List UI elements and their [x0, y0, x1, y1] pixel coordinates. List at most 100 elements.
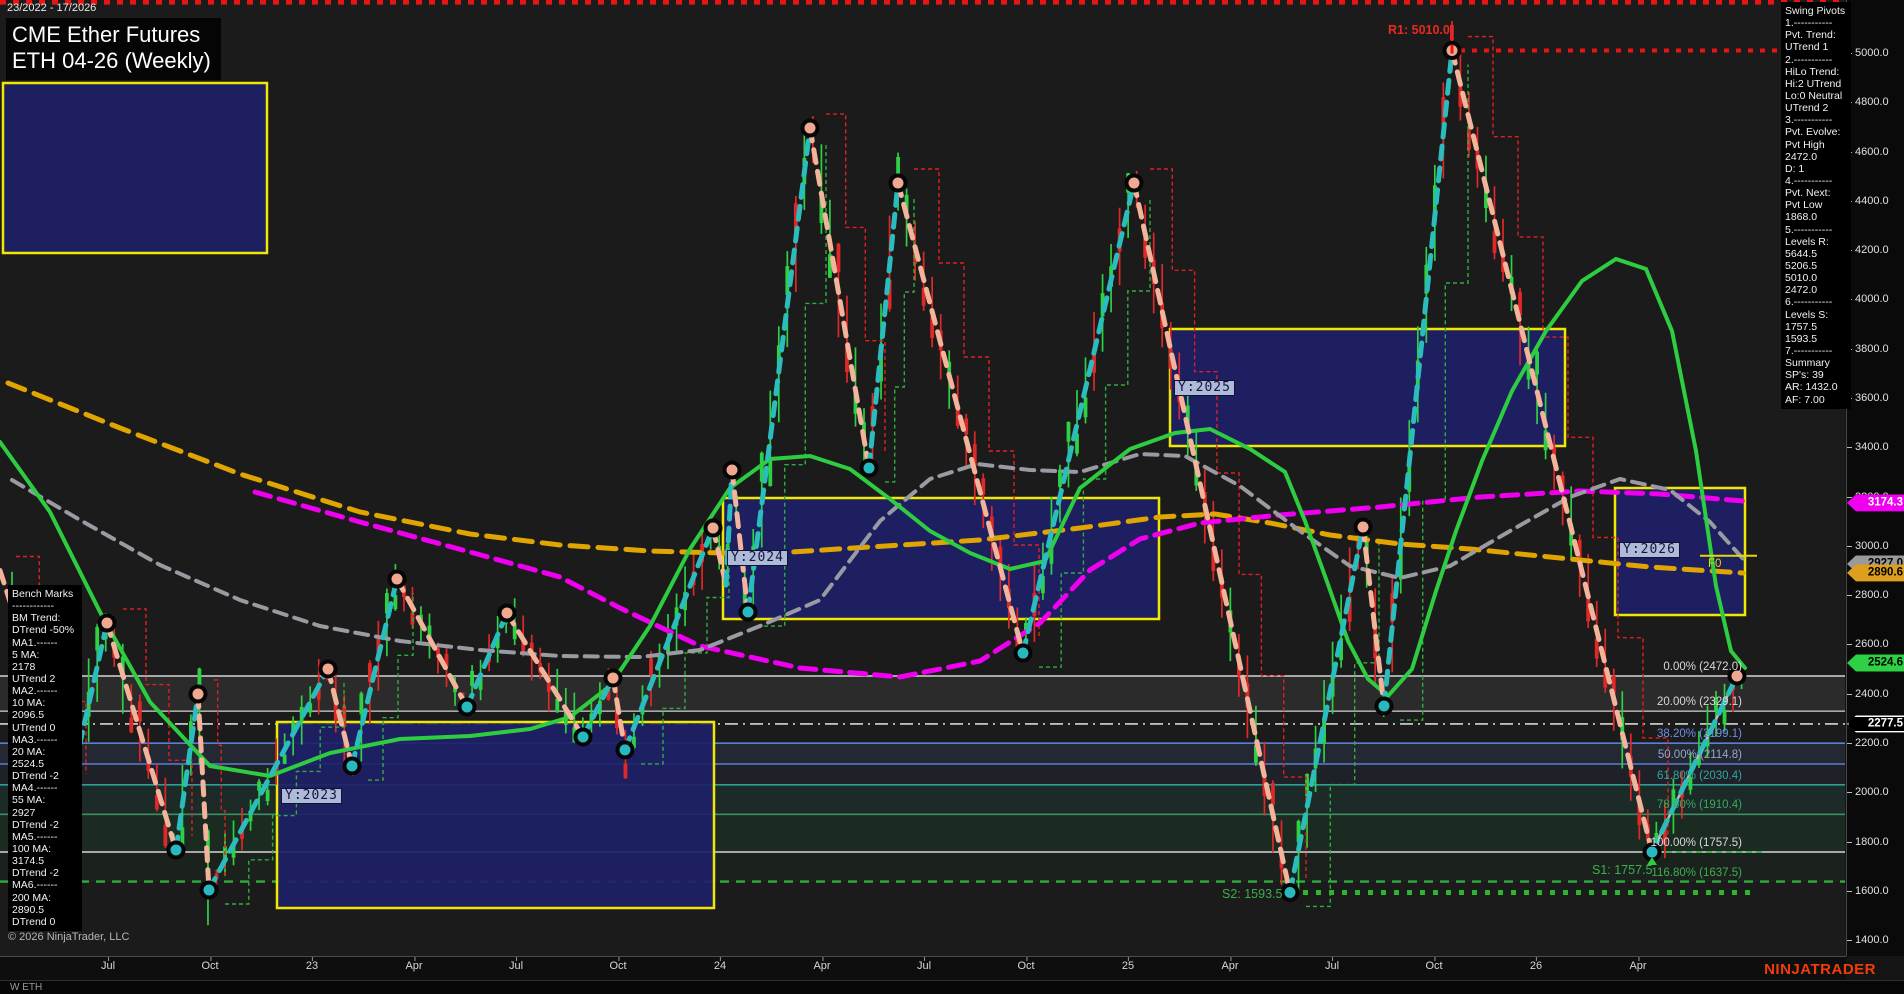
price-axis-tick: 2600.0 [1855, 638, 1889, 650]
time-axis-label: 26 [1530, 960, 1542, 972]
panel-line: 2524.5 [12, 758, 78, 770]
swing-high-dot [725, 462, 740, 477]
swing-high-dot [390, 571, 405, 586]
year-box-label-2025[interactable]: Y:2025 [1174, 380, 1235, 396]
swing-low-dot [576, 729, 591, 744]
time-axis[interactable]: JulOct23AprJulOct24AprJulOct25AprJulOct2… [0, 956, 1846, 981]
price-axis-tick: 1800.0 [1855, 836, 1889, 848]
panel-line: 200 MA: [12, 892, 78, 904]
panel-line: Pvt. Trend: [1785, 29, 1847, 41]
price-axis-tick: 3600.0 [1855, 392, 1889, 404]
panel-line: UTrend 2 [1785, 102, 1847, 114]
swing-low-dot [345, 759, 360, 774]
last-price-marker: 2277.5 [1847, 715, 1904, 732]
panel-line: 6.----------- [1785, 296, 1847, 308]
candle-body [513, 625, 517, 639]
price-axis-tick: 3800.0 [1855, 343, 1889, 355]
price-axis-tick: 3400.0 [1855, 441, 1889, 453]
fib-level-label: 0.00% (2472.0) [1663, 661, 1742, 673]
panel-line: Pvt. Next: [1785, 187, 1847, 199]
price-axis-tick: 2200.0 [1855, 737, 1889, 749]
swing-high-dot [100, 615, 115, 630]
panel-line: Levels R: [1785, 236, 1847, 248]
panel-line: Pvt Low [1785, 199, 1847, 211]
fib-level-label: 20.00% (2329.1) [1657, 696, 1742, 708]
candle-body [624, 763, 628, 778]
swing-pivots-panel-title: Swing Pivots [1785, 5, 1847, 17]
year-box-label-2024[interactable]: Y:2024 [727, 550, 788, 566]
instrument-tab-bar: W ETH [0, 980, 1904, 994]
price-axis-tick: 3000.0 [1855, 540, 1889, 552]
panel-line: AR: 1432.0 [1785, 381, 1847, 393]
panel-line: Levels S: [1785, 309, 1847, 321]
time-axis-label: Oct [1017, 960, 1034, 972]
panel-line: AF: 7.00 [1785, 394, 1847, 406]
price-axis-tick: 2000.0 [1855, 786, 1889, 798]
panel-line: 3.----------- [1785, 114, 1847, 126]
panel-line: D: 1 [1785, 163, 1847, 175]
panel-line: HiLo Trend: [1785, 66, 1847, 78]
panel-line: DTrend -2 [12, 770, 78, 782]
swing-pivots-panel: Swing Pivots 1.-----------Pvt. Trend:UTr… [1781, 2, 1851, 409]
panel-line: UTrend 1 [1785, 41, 1847, 53]
chart-title-line2: ETH 04-26 (Weekly) [12, 48, 211, 74]
time-axis-label: 25 [1122, 960, 1134, 972]
s1-level-label: S1: 1757.5 [1592, 863, 1652, 877]
panel-line: DTrend -50% [12, 624, 78, 636]
candle-body [163, 825, 167, 846]
panel-line: 1593.5 [1785, 333, 1847, 345]
copyright-text: © 2026 NinjaTrader, LLC [8, 931, 129, 943]
price-axis-tick: 5000.0 [1855, 47, 1889, 59]
bench-marks-panel: Bench Marks ------------BM Trend:DTrend … [8, 585, 82, 931]
swing-high-dot [500, 606, 515, 621]
fib-level-label: 100.00% (1757.5) [1651, 837, 1742, 849]
price-chart-canvas[interactable] [0, 0, 1904, 994]
swing-high-dot [606, 670, 621, 685]
time-axis-label: Jul [101, 960, 115, 972]
fib-band [0, 676, 1845, 711]
candle-body [1084, 397, 1088, 417]
year-box-label-2026[interactable]: Y:2026 [1619, 542, 1680, 558]
price-axis-tick: 4400.0 [1855, 195, 1889, 207]
panel-line: 100 MA: [12, 843, 78, 855]
candle-body [470, 671, 474, 686]
ninjatrader-chart-window: 23/2022 - 17/2026 CME Ether Futures ETH … [0, 0, 1904, 994]
price-axis[interactable]: 5000.04800.04600.04400.04200.04000.03800… [1846, 0, 1904, 956]
candle-body [1450, 25, 1454, 40]
chart-title: CME Ether Futures ETH 04-26 (Weekly) [6, 18, 221, 80]
panel-line: 1757.5 [1785, 321, 1847, 333]
panel-line: 1868.0 [1785, 211, 1847, 223]
s2-level-label: S2: 1593.5 [1222, 887, 1282, 901]
time-axis-label: 23 [306, 960, 318, 972]
panel-line: 5644.5 [1785, 248, 1847, 260]
panel-line: 2472.0 [1785, 284, 1847, 296]
panel-line: UTrend 2 [12, 673, 78, 685]
panel-line: 5 MA: [12, 649, 78, 661]
time-axis-label: Oct [201, 960, 218, 972]
year-range-box [3, 83, 267, 253]
panel-line: 2890.5 [12, 904, 78, 916]
panel-line: 5010.0 [1785, 272, 1847, 284]
candle-body [1271, 783, 1275, 805]
swing-high-dot [891, 175, 906, 190]
panel-line: 10 MA: [12, 697, 78, 709]
panel-line: MA4.------ [12, 782, 78, 794]
panel-line: 2472.0 [1785, 151, 1847, 163]
candle-body [837, 244, 841, 272]
time-axis-label: Apr [813, 960, 830, 972]
fib-level-label: 78.60% (1910.4) [1657, 799, 1742, 811]
panel-line: UTrend 0 [12, 722, 78, 734]
instrument-tab[interactable]: W ETH [10, 982, 42, 993]
price-axis-tick: 2400.0 [1855, 688, 1889, 700]
panel-line: MA2.------ [12, 685, 78, 697]
f0-label: F0 [1708, 558, 1721, 570]
panel-line: 20 MA: [12, 746, 78, 758]
swing-low-dot [618, 742, 633, 757]
candle-body [1723, 710, 1727, 724]
panel-line: Pvt. Evolve: [1785, 126, 1847, 138]
candle-body [896, 157, 900, 174]
year-box-label-2023[interactable]: Y:2023 [281, 788, 342, 804]
time-axis-label: Apr [405, 960, 422, 972]
ma100-marker: 3174.3 [1847, 494, 1904, 511]
panel-line: SP's: 39 [1785, 369, 1847, 381]
